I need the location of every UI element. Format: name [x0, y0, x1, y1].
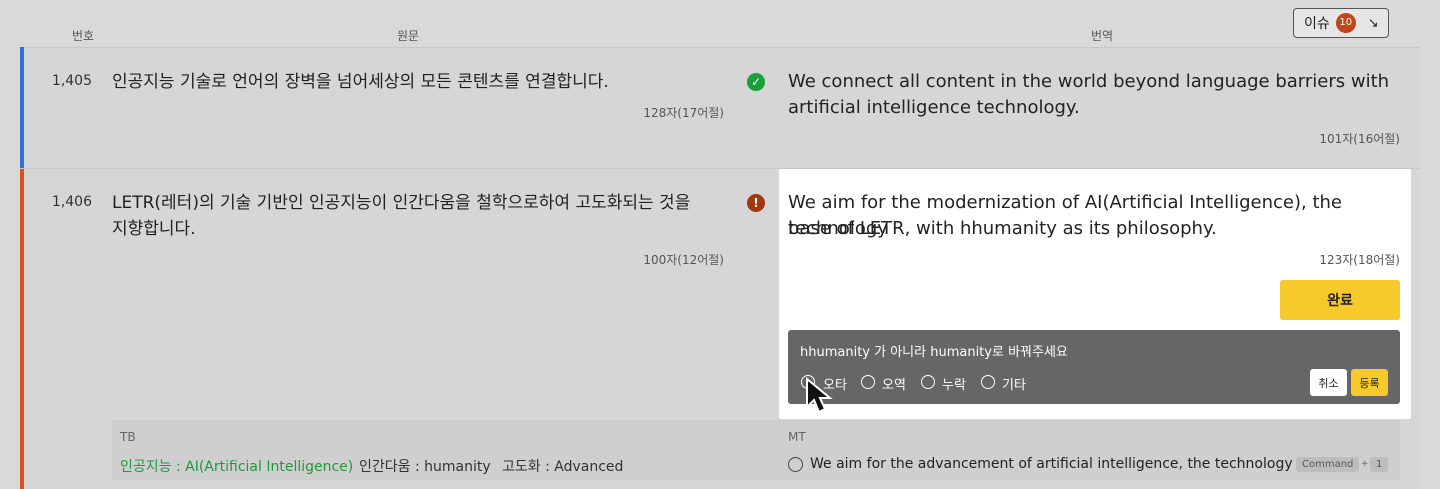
mt-suggestion[interactable]: We aim for the advancement of artificial… — [810, 456, 1330, 472]
translation-text-line1[interactable]: We connect all content in the world beyo… — [788, 69, 1389, 95]
mt-label: MT — [788, 430, 806, 444]
issue-count-badge: 10 — [1335, 13, 1356, 33]
cancel-button[interactable]: 취소 — [1310, 369, 1347, 396]
tb-term[interactable]: 인간다움 : humanity — [359, 456, 491, 476]
done-button[interactable]: 완료 — [1280, 280, 1400, 320]
tb-term[interactable]: 고도화 : Advanced — [502, 456, 623, 476]
submit-button[interactable]: 등록 — [1351, 369, 1388, 396]
radio-omission[interactable] — [921, 375, 935, 389]
column-header-number: 번호 — [72, 29, 95, 43]
mt-select-radio[interactable] — [788, 457, 803, 472]
comment-text[interactable]: hhumanity 가 아니라 humanity로 바꿔주세요 — [800, 341, 1068, 360]
mouse-cursor-icon — [806, 377, 833, 414]
check-icon: ✓ — [747, 73, 765, 91]
segment-status-bar — [20, 47, 24, 168]
shortcut-plus: + — [1361, 459, 1369, 469]
radio-mistranslation[interactable] — [861, 375, 875, 389]
source-text-line2: 지향합니다. — [112, 219, 196, 239]
source-char-count: 128자(17어절) — [643, 106, 724, 120]
segment-status-bar — [20, 169, 24, 489]
radio-label-mistranslation: 오역 — [882, 378, 906, 393]
translation-char-count: 123자(18어절) — [1319, 253, 1400, 267]
radio-label-omission: 누락 — [942, 378, 966, 393]
tb-term[interactable]: 인공지능 : AI(Artificial Intelligence) — [120, 456, 353, 476]
source-char-count: 100자(12어절) — [643, 253, 724, 267]
translation-text-line2[interactable]: artificial intelligence technology. — [788, 95, 1080, 121]
segment-number: 1,405 — [51, 73, 92, 89]
warning-icon[interactable]: ! — [747, 194, 765, 212]
column-header-translation: 번역 — [1091, 29, 1114, 43]
segment-number: 1,406 — [51, 194, 92, 210]
expand-arrow-icon: ↘ — [1367, 15, 1379, 31]
issue-button[interactable]: 이슈 10 ↘ — [1293, 8, 1389, 38]
radio-other[interactable] — [981, 375, 995, 389]
radio-label-other: 기타 — [1002, 378, 1026, 393]
translation-edit-line2[interactable]: base of LETR, with hhumanity as its phil… — [788, 216, 1217, 242]
shortcut-number: 1 — [1370, 457, 1389, 472]
tb-label: TB — [120, 430, 136, 444]
column-header-source: 원문 — [397, 29, 420, 43]
source-text-line1: LETR(레터)의 기술 기반인 인공지능이 인간다움을 철학으로하여 고도화되… — [112, 193, 691, 213]
shortcut-key: Command — [1296, 457, 1360, 472]
source-text: 인공지능 기술로 언어의 장벽을 넘어세상의 모든 콘텐츠를 연결합니다. — [112, 72, 609, 92]
translation-char-count: 101자(16어절) — [1319, 132, 1400, 146]
issue-label: 이슈 — [1304, 16, 1330, 32]
